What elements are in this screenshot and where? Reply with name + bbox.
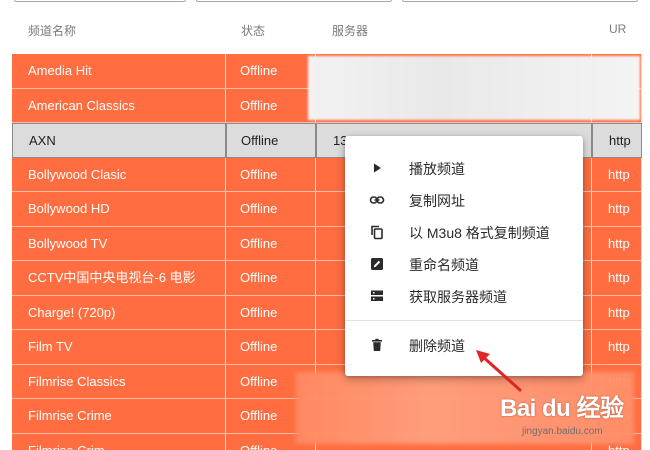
cell-url: http: [592, 192, 642, 226]
cell-channel-name: Filmrise Classics: [12, 364, 226, 398]
app-window: 频道名称 状态 服务器 UR Amedia Hit Offline Americ…: [0, 0, 650, 450]
cell-channel-name: Bollywood HD: [12, 192, 226, 226]
link-icon: [369, 196, 385, 204]
menu-item-delete-channel[interactable]: 删除频道: [345, 329, 583, 361]
cell-status: Offline: [226, 123, 316, 158]
cell-channel-name: Filmrise Crime: [12, 399, 226, 433]
cell-status: Offline: [226, 192, 316, 226]
menu-item-label: 以 M3u8 格式复制频道: [409, 225, 550, 241]
header-status[interactable]: 状态: [241, 22, 265, 39]
cell-channel-name: Charge! (720p): [12, 295, 226, 329]
menu-item-get-server-channels[interactable]: 获取服务器频道: [345, 280, 583, 312]
filter-input-3[interactable]: [402, 0, 638, 2]
filter-input-2[interactable]: [196, 0, 392, 2]
cell-url: http: [592, 157, 642, 191]
header-url[interactable]: UR: [609, 22, 626, 36]
menu-item-label: 删除频道: [409, 338, 465, 354]
cell-status: Offline: [226, 157, 316, 191]
watermark-url: jingyan.baidu.com: [522, 426, 603, 437]
trash-icon: [372, 338, 382, 351]
cell-status: Offline: [226, 295, 316, 329]
cell-url: http: [592, 295, 642, 329]
cell-channel-name: Bollywood Clasic: [12, 157, 226, 191]
table-header: 频道名称 状态 服务器 UR: [0, 22, 650, 40]
baidu-watermark: Bai du 经验 jingyan.baidu.com: [500, 388, 650, 450]
menu-item-label: 播放频道: [409, 161, 465, 177]
cell-url: http: [592, 123, 642, 158]
cell-channel-name: Bollywood TV: [12, 226, 226, 260]
cell-url: http: [592, 261, 642, 295]
play-icon: [374, 163, 381, 173]
menu-item-label: 重命名频道: [409, 257, 479, 273]
menu-item-rename-channel[interactable]: 重命名频道: [345, 248, 583, 280]
filter-input-1[interactable]: [14, 0, 186, 2]
cell-status: Offline: [226, 261, 316, 295]
cell-channel-name: CCTV中国中央电视台-6 电影: [12, 261, 226, 295]
header-channel-name[interactable]: 频道名称: [28, 22, 76, 39]
menu-divider: [345, 320, 583, 321]
cell-url: http: [592, 226, 642, 260]
menu-item-label: 获取服务器频道: [409, 289, 507, 305]
redacted-area: [308, 56, 640, 120]
annotation-arrow: [476, 350, 522, 392]
cell-channel-name: American Classics: [12, 88, 226, 122]
cell-channel-name: Amedia Hit: [12, 54, 226, 88]
edit-icon: [371, 258, 383, 270]
watermark-logo: Bai du 经验: [500, 395, 624, 422]
cell-status: Offline: [226, 88, 316, 122]
menu-item-copy-m3u8[interactable]: 以 M3u8 格式复制频道: [345, 216, 583, 248]
cell-status: Offline: [226, 330, 316, 364]
menu-item-copy-url[interactable]: 复制网址: [345, 184, 583, 216]
cell-status: Offline: [226, 226, 316, 260]
cell-status: Offline: [226, 54, 316, 88]
server-icon: [371, 290, 383, 301]
header-server[interactable]: 服务器: [332, 22, 368, 39]
cell-channel-name: Filmrise Crim: [12, 433, 226, 450]
menu-item-play-channel[interactable]: 播放频道: [345, 152, 583, 184]
cell-url: http: [592, 330, 642, 364]
copy-icon: [371, 225, 383, 240]
menu-item-label: 复制网址: [409, 193, 465, 209]
cell-channel-name: Film TV: [12, 330, 226, 364]
cell-channel-name: AXN: [12, 123, 226, 158]
context-menu: 播放频道 复制网址 以 M3u8 格式复制频道 重命名频道 获取服务器频道 删除…: [345, 136, 583, 376]
